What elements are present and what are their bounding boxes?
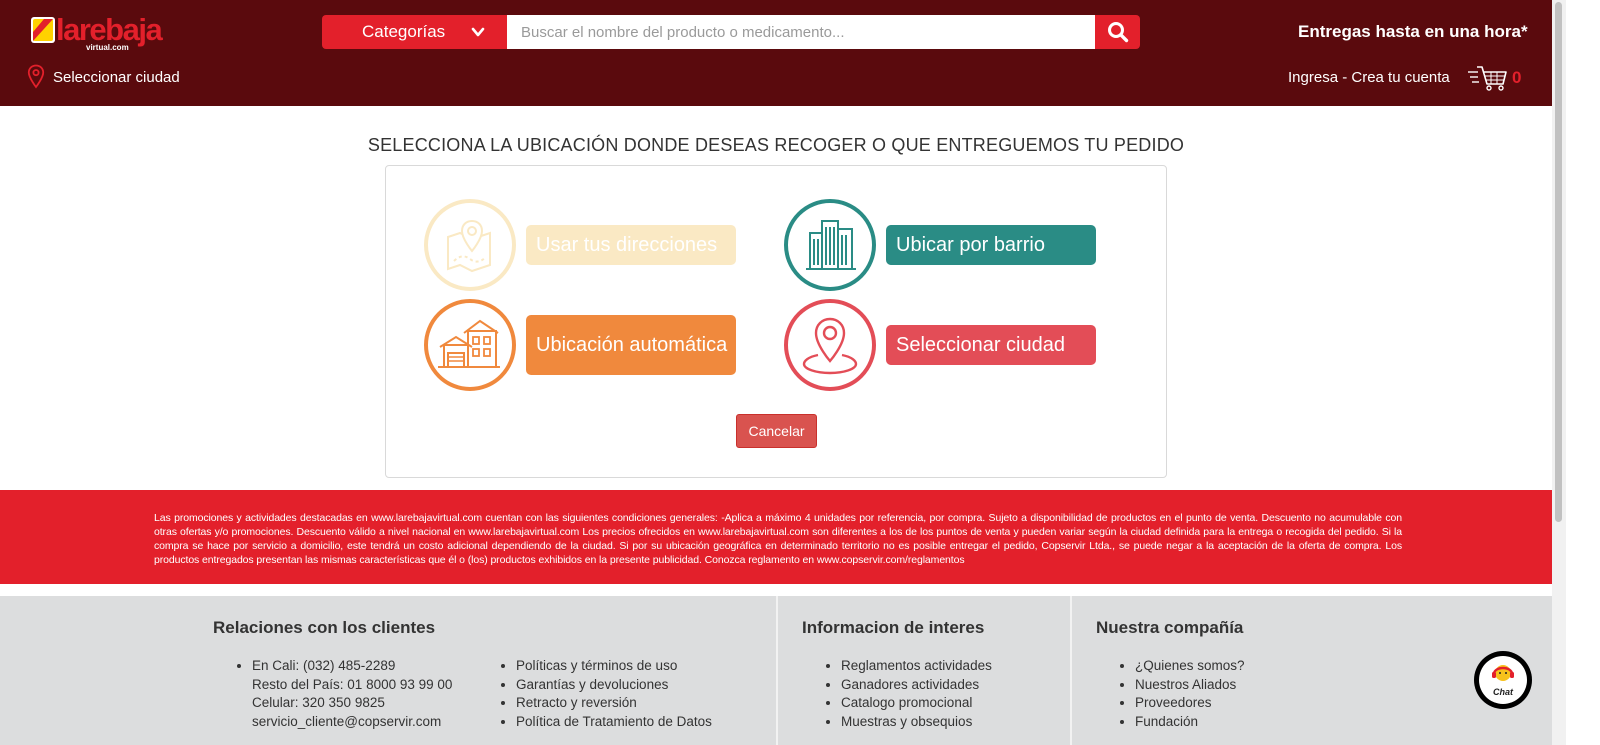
- footer-divider: [1070, 596, 1072, 745]
- login-register-link[interactable]: Ingresa - Crea tu cuenta: [1288, 69, 1450, 86]
- auto-location-icon-button[interactable]: [424, 299, 516, 391]
- footer-link[interactable]: Política de Tratamiento de Datos: [516, 713, 712, 732]
- logo-subtext: virtual.com: [86, 43, 129, 52]
- footer-link[interactable]: Políticas y términos de uso: [516, 657, 712, 676]
- select-city-label: Seleccionar ciudad: [53, 68, 180, 86]
- footer-contact-list: En Cali: (032) 485-2289 Resto del País: …: [252, 657, 452, 732]
- legal-disclaimer-banner: Las promociones y actividades destacadas…: [0, 490, 1552, 584]
- site-logo[interactable]: larebaja virtual.com: [30, 12, 170, 54]
- houses-icon: [438, 319, 500, 368]
- footer-link[interactable]: Fundación: [1135, 713, 1245, 732]
- location-options-card: Usar tus direcciones Ubicar por barrio U…: [385, 165, 1167, 478]
- footer-heading-customers: Relaciones con los clientes: [213, 618, 436, 637]
- contact-cali: En Cali: (032) 485-2289: [252, 657, 452, 676]
- logo-mark-icon: [31, 17, 55, 43]
- page-title: SELECCIONA LA UBICACIÓN DONDE DESEAS REC…: [367, 135, 1185, 155]
- search-icon: [1107, 22, 1128, 43]
- contact-mobile: Celular: 320 350 9825: [252, 695, 385, 711]
- footer-divider: [776, 596, 778, 745]
- footer-heading-info: Informacion de interes: [802, 618, 985, 637]
- search-button[interactable]: [1095, 15, 1140, 49]
- contact-national: Resto del País: 01 8000 93 99 00: [252, 676, 453, 692]
- scrollbar-thumb[interactable]: [1555, 2, 1562, 522]
- categories-label: Categorías: [362, 22, 446, 41]
- footer-info-list: Reglamentos actividades Ganadores activi…: [841, 657, 992, 732]
- footer-link[interactable]: Muestras y obsequios: [841, 713, 992, 732]
- page-scrollbar[interactable]: [1552, 0, 1566, 745]
- select-city-icon-button[interactable]: [784, 299, 876, 391]
- footer: Relaciones con los clientes En Cali: (03…: [0, 596, 1552, 745]
- window-edge: [1566, 0, 1600, 745]
- footer-company-list: ¿Quienes somos? Nuestros Aliados Proveed…: [1135, 657, 1245, 732]
- cart-count-badge: 0: [1512, 68, 1522, 87]
- footer-link[interactable]: ¿Quienes somos?: [1135, 657, 1245, 676]
- legal-disclaimer-text: Las promociones y actividades destacadas…: [154, 512, 1402, 566]
- use-addresses-button[interactable]: Usar tus direcciones: [526, 225, 736, 265]
- contact-email[interactable]: servicio_cliente@copservir.com: [252, 713, 452, 732]
- select-city-link[interactable]: Seleccionar ciudad: [27, 64, 180, 90]
- categories-dropdown[interactable]: Categorías: [322, 15, 507, 49]
- auto-location-button[interactable]: Ubicación automática: [526, 315, 736, 375]
- search-input[interactable]: [507, 15, 1095, 49]
- footer-link[interactable]: Retracto y reversión: [516, 694, 712, 713]
- support-agent-icon: [1492, 665, 1514, 681]
- header-bar: larebaja virtual.com Categorías Entregas…: [0, 0, 1552, 106]
- chevron-down-icon: [471, 27, 485, 37]
- delivery-promo-text: Entregas hasta en una hora*: [1298, 22, 1528, 41]
- buildings-icon: [806, 220, 856, 270]
- select-city-button[interactable]: Seleccionar ciudad: [886, 325, 1096, 365]
- footer-link[interactable]: Proveedores: [1135, 694, 1245, 713]
- footer-link[interactable]: Reglamentos actividades: [841, 657, 992, 676]
- footer-link[interactable]: Nuestros Aliados: [1135, 676, 1245, 695]
- neighborhood-icon-button[interactable]: [784, 199, 876, 291]
- map-pin-icon: [447, 219, 491, 273]
- search-bar: Categorías: [322, 15, 1140, 49]
- cancel-button[interactable]: Cancelar: [736, 414, 817, 448]
- footer-link[interactable]: Garantías y devoluciones: [516, 676, 712, 695]
- use-addresses-icon-button[interactable]: [424, 199, 516, 291]
- footer-link[interactable]: Ganadores actividades: [841, 676, 992, 695]
- neighborhood-button[interactable]: Ubicar por barrio: [886, 225, 1096, 265]
- chat-button[interactable]: Chat: [1474, 651, 1532, 709]
- location-pin-icon: [802, 317, 858, 375]
- chat-badge: Chat: [1479, 656, 1527, 704]
- footer-link[interactable]: Catalogo promocional: [841, 694, 992, 713]
- chat-label: Chat: [1493, 687, 1513, 697]
- location-pin-icon: [27, 64, 45, 89]
- footer-heading-company: Nuestra compañía: [1096, 618, 1244, 637]
- footer-policies-list: Políticas y términos de uso Garantías y …: [516, 657, 712, 732]
